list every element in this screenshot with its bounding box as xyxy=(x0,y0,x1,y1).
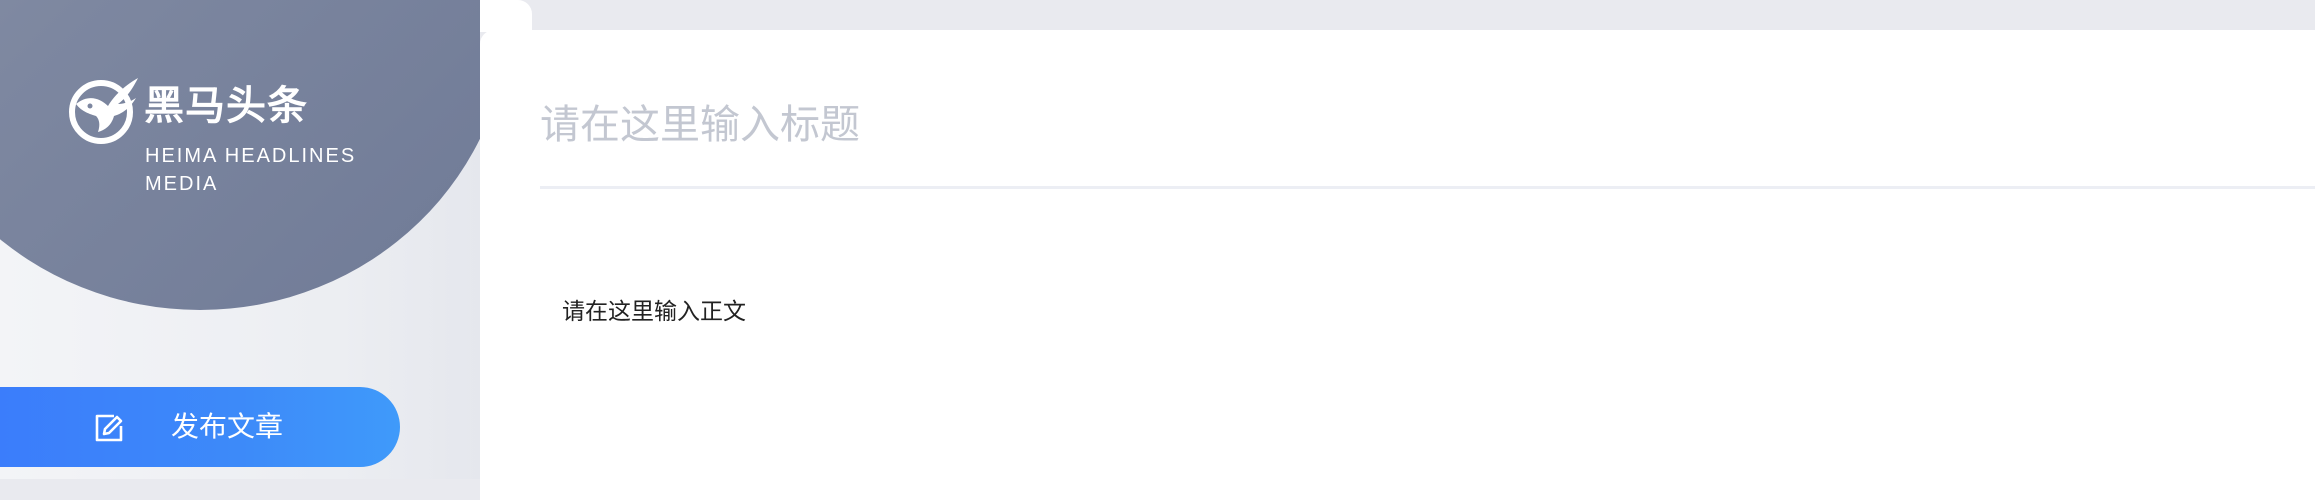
brand-logo[interactable]: 黑马头条 HEIMA HEADLINES MEDIA xyxy=(66,74,406,204)
brand-name-en: HEIMA HEADLINES MEDIA xyxy=(145,145,357,195)
edit-icon xyxy=(95,414,123,442)
sidebar: 黑马头条 HEIMA HEADLINES MEDIA 发布文章 xyxy=(0,0,480,479)
sidebar-item-publish-article[interactable]: 发布文章 xyxy=(0,387,400,467)
article-content-input[interactable] xyxy=(562,295,2262,455)
article-editor xyxy=(480,30,2315,500)
brand-name-cn: 黑马头条 xyxy=(144,83,308,129)
title-divider xyxy=(540,186,2315,189)
sidebar-item-label: 发布文章 xyxy=(171,410,284,443)
editor-top-tab xyxy=(480,0,532,32)
article-title-input[interactable] xyxy=(540,90,2315,160)
pegasus-logo-icon xyxy=(69,78,138,144)
